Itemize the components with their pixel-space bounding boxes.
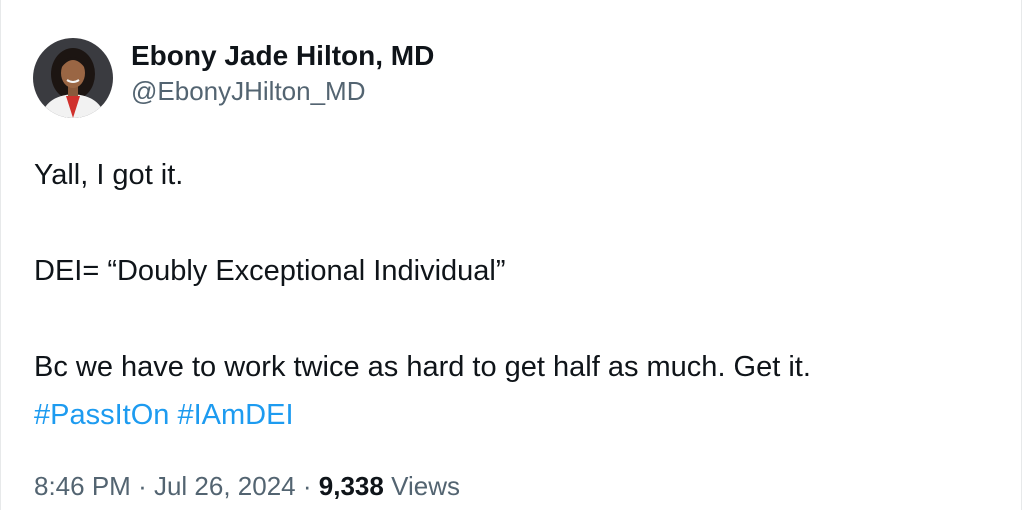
avatar-image <box>33 38 113 118</box>
line-spacer <box>34 199 994 247</box>
tweet-text: Yall, I got it. DEI= “Doubly Exceptional… <box>34 151 994 439</box>
views-count: 9,338 <box>318 471 384 501</box>
hashtag-line: #PassItOn #IAmDEI <box>34 391 994 439</box>
line-spacer <box>34 295 994 343</box>
tweet-date[interactable]: Jul 26, 2024 <box>154 471 296 501</box>
tweet-header: Ebony Jade Hilton, MD @EbonyJHilton_MD <box>33 38 434 118</box>
user-handle[interactable]: @EbonyJHilton_MD <box>131 74 434 108</box>
tweet-meta: 8:46 PM · Jul 26, 2024 · 9,338 Views <box>34 466 460 506</box>
meta-separator: · <box>138 471 147 501</box>
avatar[interactable] <box>33 38 113 118</box>
tweet-line-1: Yall, I got it. <box>34 159 184 191</box>
meta-separator: · <box>302 471 312 501</box>
tweet-card: Ebony Jade Hilton, MD @EbonyJHilton_MD Y… <box>0 0 1022 510</box>
tweet-line-2: DEI= “Doubly Exceptional Individual” <box>34 255 506 287</box>
hashtag-link[interactable]: #PassItOn <box>34 399 169 431</box>
author-names: Ebony Jade Hilton, MD @EbonyJHilton_MD <box>131 38 434 108</box>
tweet-line-3: Bc we have to work twice as hard to get … <box>34 351 811 383</box>
display-name[interactable]: Ebony Jade Hilton, MD <box>131 38 434 74</box>
tweet-time[interactable]: 8:46 PM <box>34 471 131 501</box>
hashtag-link[interactable]: #IAmDEI <box>177 399 293 431</box>
views-label: Views <box>391 471 460 501</box>
